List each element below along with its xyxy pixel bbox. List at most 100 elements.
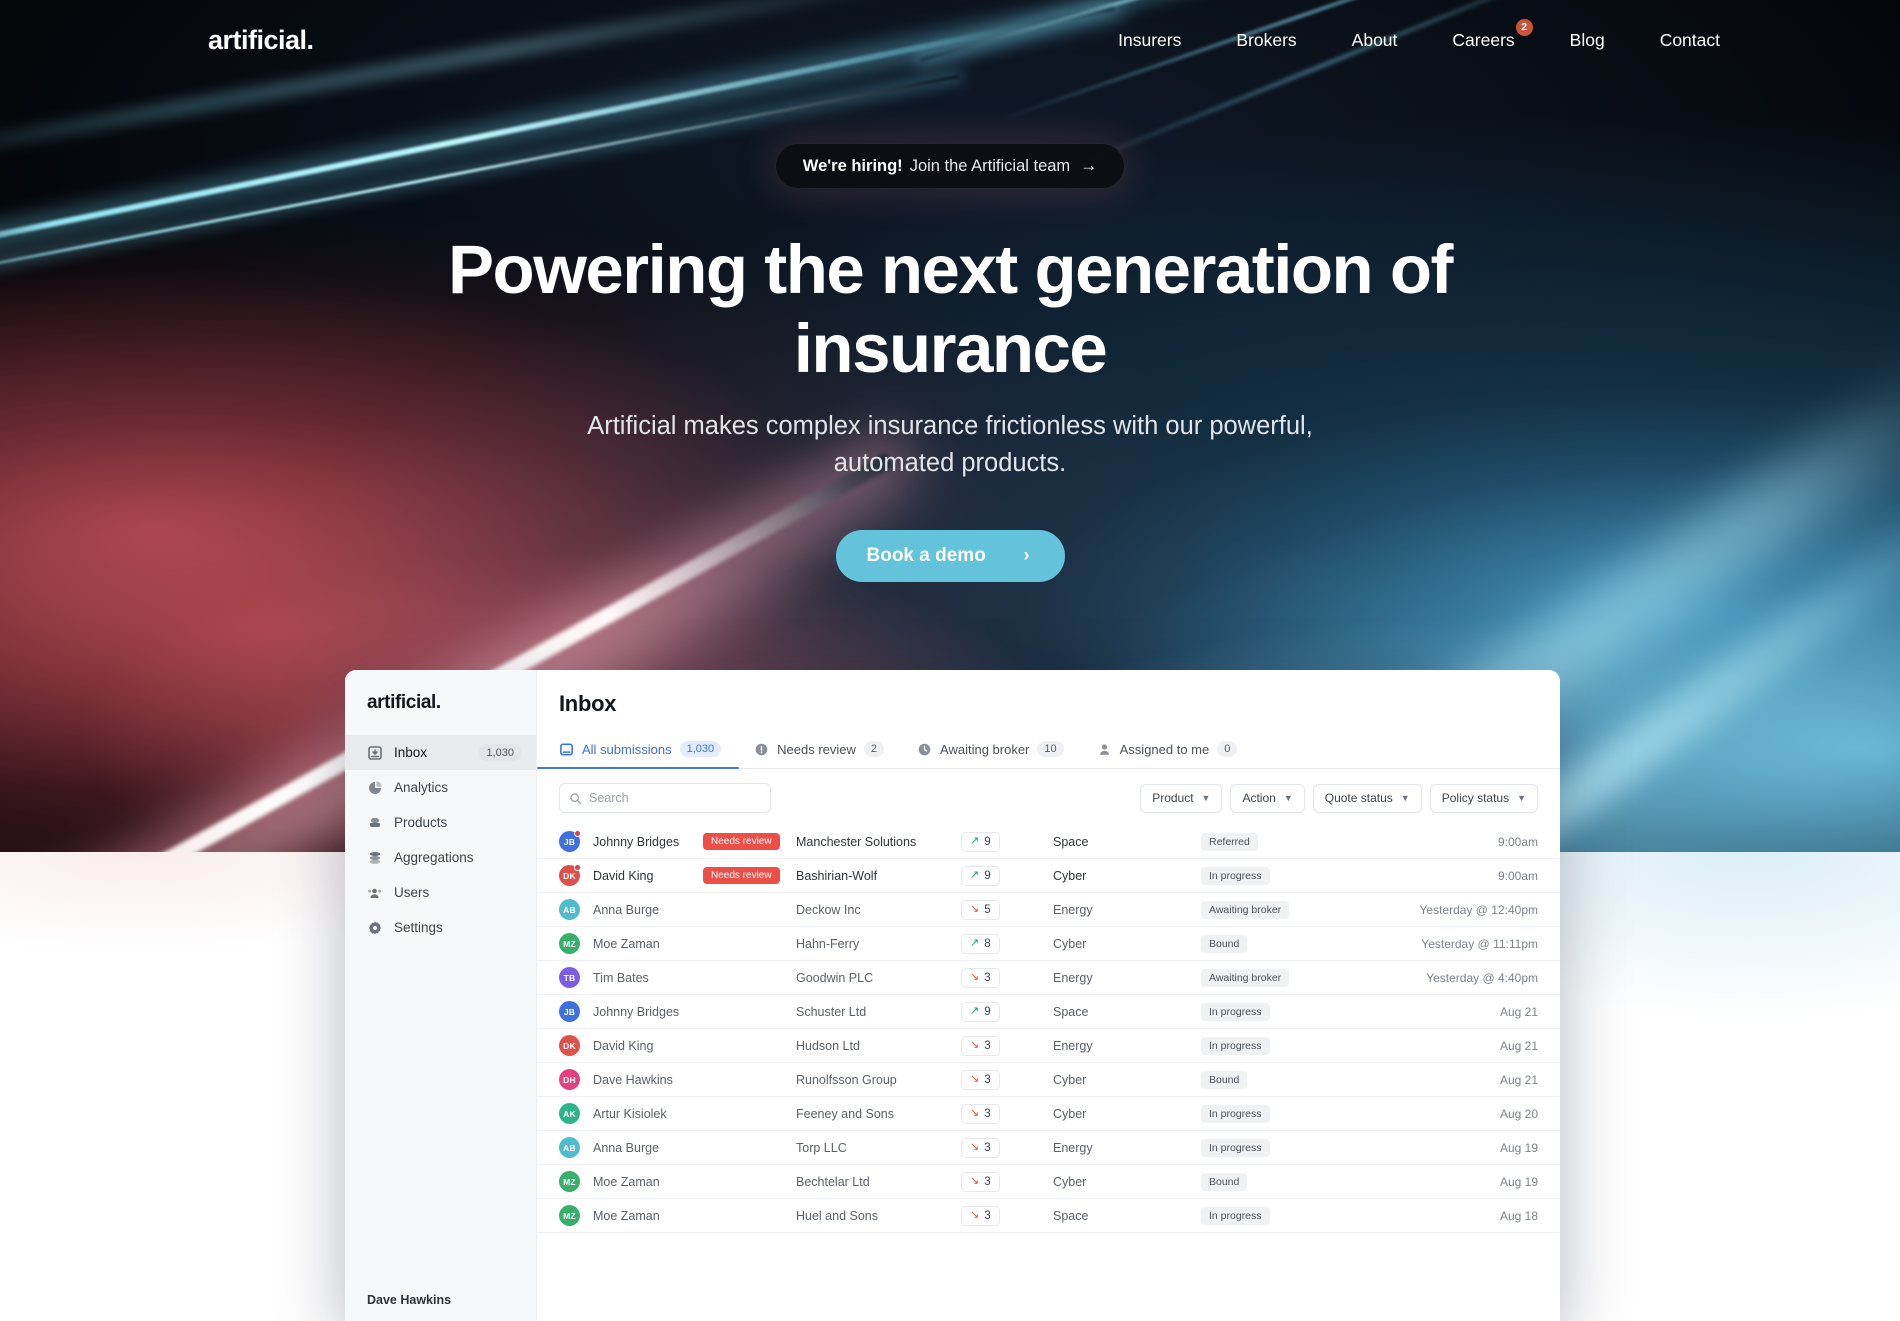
- score-badge: ↗ 9: [961, 865, 1000, 886]
- score-badge: ↗ 8: [961, 933, 1000, 954]
- nav-item-blog[interactable]: Blog: [1570, 30, 1605, 51]
- table-row[interactable]: MZ Moe Zaman Hahn-Ferry ↗ 8 Cyber Bound Yesterd…: [537, 927, 1560, 961]
- app-preview-panel: artificial. Inbox 1,030 Analytics Produc…: [345, 670, 1560, 1321]
- table-row[interactable]: TB Tim Bates Goodwin PLC ↘ 3 Energy Awaiting b…: [537, 961, 1560, 995]
- trend-down-icon: ↘: [970, 1107, 980, 1119]
- status-badge: Bound: [1201, 1070, 1248, 1089]
- hero-title: Powering the next generation of insuranc…: [448, 231, 1453, 387]
- score-value: 5: [984, 903, 991, 916]
- score-value: 3: [984, 1039, 991, 1052]
- sidebar-item-aggregations[interactable]: Aggregations: [345, 840, 536, 875]
- table-row[interactable]: JB Johnny Bridges Needs review Manchester S…: [537, 825, 1560, 859]
- filter-product[interactable]: Product ▼: [1140, 783, 1223, 813]
- nav-item-brokers[interactable]: Brokers: [1236, 30, 1296, 51]
- settings-gear-icon: [369, 921, 381, 934]
- score-value: 3: [984, 1107, 991, 1120]
- search-box[interactable]: [559, 783, 771, 813]
- search-input[interactable]: [589, 791, 761, 805]
- person-icon: [1099, 744, 1109, 755]
- hiring-announcement-pill[interactable]: We're hiring! Join the Artificial team →: [774, 143, 1126, 189]
- sidebar-item-products[interactable]: Products: [345, 805, 536, 840]
- nav-item-careers[interactable]: Careers 2: [1452, 18, 1533, 51]
- row-product: Space: [1053, 834, 1089, 849]
- filter-policy-status[interactable]: Policy status ▼: [1429, 783, 1538, 813]
- nav-item-about[interactable]: About: [1352, 30, 1398, 51]
- score-badge: ↗ 9: [961, 831, 1000, 852]
- sidebar-item-analytics[interactable]: Analytics: [345, 770, 536, 805]
- row-flag: Needs review: [703, 867, 796, 884]
- row-score: ↘ 3: [961, 1103, 1053, 1124]
- status-badge: In progress: [1201, 1002, 1270, 1021]
- nav-label: About: [1351, 29, 1398, 50]
- avatar-cell: DH: [559, 1069, 593, 1090]
- row-status: Awaiting broker: [1201, 900, 1416, 919]
- filter-action[interactable]: Action ▼: [1230, 783, 1305, 813]
- book-a-demo-label: Book a demo: [866, 544, 986, 566]
- row-company: Deckow Inc: [796, 902, 861, 917]
- tab-count: 1,030: [679, 741, 722, 757]
- table-row[interactable]: DK David King Hudson Ltd ↘ 3 Energy In progres…: [537, 1029, 1560, 1063]
- tab-label: Needs review: [777, 741, 856, 757]
- row-assignee: David King: [593, 1038, 654, 1053]
- avatar: MZ: [559, 1171, 580, 1192]
- row-status: Referred: [1201, 832, 1416, 851]
- row-assignee: Artur Kisiolek: [593, 1106, 667, 1121]
- row-assignee: Anna Burge: [593, 1140, 660, 1155]
- trend-down-icon: ↘: [970, 971, 980, 983]
- sidebar-label: Inbox: [394, 745, 428, 760]
- app-sidebar: artificial. Inbox 1,030 Analytics Produc…: [345, 670, 537, 1321]
- score-badge: ↘ 3: [961, 967, 1000, 988]
- table-row[interactable]: AK Artur Kisiolek Feeney and Sons ↘ 3 Cyber In…: [537, 1097, 1560, 1131]
- table-row[interactable]: AB Anna Burge Torp LLC ↘ 3 Energy In progress A…: [537, 1131, 1560, 1165]
- table-row[interactable]: MZ Moe Zaman Bechtelar Ltd ↘ 3 Cyber Bound Aug …: [537, 1165, 1560, 1199]
- avatar: AK: [559, 1103, 580, 1124]
- sidebar-item-settings[interactable]: Settings: [345, 910, 536, 945]
- row-score: ↘ 3: [961, 1035, 1053, 1056]
- nav-item-contact[interactable]: Contact: [1660, 30, 1720, 51]
- row-timestamp: Aug 19: [1499, 1140, 1538, 1155]
- needs-review-badge: Needs review: [703, 833, 780, 850]
- row-score: ↘ 3: [961, 1205, 1053, 1226]
- site-logo[interactable]: artificial.: [208, 25, 314, 56]
- tab-needs-review[interactable]: Needs review 2: [754, 741, 885, 768]
- row-status: In progress: [1201, 1206, 1416, 1225]
- sidebar-item-inbox[interactable]: Inbox 1,030: [345, 735, 536, 770]
- score-value: 9: [984, 869, 991, 882]
- unread-dot-icon: [574, 864, 581, 871]
- table-row[interactable]: JB Johnny Bridges Schuster Ltd ↗ 9 Space In pr…: [537, 995, 1560, 1029]
- chevron-down-icon: ▼: [1400, 793, 1410, 803]
- filter-quote-status[interactable]: Quote status ▼: [1312, 783, 1422, 813]
- row-timestamp: Aug 21: [1499, 1004, 1538, 1019]
- row-score: ↘ 3: [961, 1171, 1053, 1192]
- tab-count: 10: [1037, 741, 1064, 757]
- row-status: Awaiting broker: [1201, 968, 1416, 987]
- table-row[interactable]: MZ Moe Zaman Huel and Sons ↘ 3 Space In progre…: [537, 1199, 1560, 1233]
- row-score: ↘ 5: [961, 899, 1053, 920]
- sidebar-item-users[interactable]: Users: [345, 875, 536, 910]
- row-company: Bechtelar Ltd: [796, 1174, 870, 1189]
- row-timestamp: Yesterday @ 4:40pm: [1426, 970, 1538, 985]
- status-badge: In progress: [1201, 866, 1270, 885]
- table-row[interactable]: AB Anna Burge Deckow Inc ↘ 5 Energy Awaiting b…: [537, 893, 1560, 927]
- top-navigation-bar: artificial. Insurers Brokers About Caree…: [0, 0, 1900, 80]
- trend-down-icon: ↘: [970, 1039, 980, 1051]
- search-icon: [570, 792, 582, 804]
- row-score: ↘ 3: [961, 967, 1053, 988]
- chevron-down-icon: ▼: [1283, 793, 1293, 803]
- sidebar-current-user[interactable]: Dave Hawkins: [345, 1293, 536, 1321]
- avatar-cell: AB: [559, 1137, 593, 1158]
- row-timestamp: Aug 20: [1499, 1106, 1538, 1121]
- arrow-right-icon: →: [1080, 156, 1098, 175]
- tab-count: 0: [1217, 741, 1238, 757]
- book-a-demo-button[interactable]: Book a demo ›: [835, 529, 1065, 582]
- row-product: Cyber: [1053, 1106, 1087, 1121]
- table-row[interactable]: DK David King Needs review Bashirian-Wolf ↗ 9…: [537, 859, 1560, 893]
- avatar-cell: TB: [559, 967, 593, 988]
- nav-item-insurers[interactable]: Insurers: [1118, 30, 1181, 51]
- avatar-cell: MZ: [559, 933, 593, 954]
- tab-assigned-to-me[interactable]: Assigned to me 0: [1097, 741, 1238, 768]
- avatar: MZ: [559, 933, 580, 954]
- tab-awaiting-broker[interactable]: Awaiting broker 10: [917, 741, 1064, 768]
- tab-all-submissions[interactable]: All submissions 1,030: [536, 741, 740, 769]
- table-row[interactable]: DH Dave Hawkins Runolfsson Group ↘ 3 Cyber Bou…: [537, 1063, 1560, 1097]
